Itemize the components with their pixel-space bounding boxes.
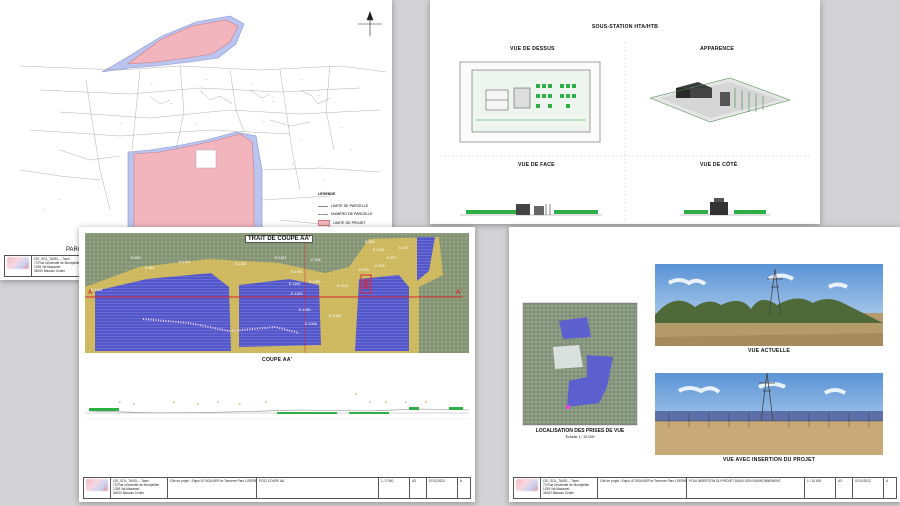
legend-item-parcel-limit: LIMITE DE PARCELLE (318, 204, 368, 208)
svg-text:■: ■ (173, 400, 175, 404)
svg-text:—: — (272, 100, 275, 103)
svg-text:—: — (170, 102, 173, 105)
titleblock-date: 07/11/2022 (427, 478, 458, 498)
parcel-label: E-1091 (291, 270, 303, 274)
substation-drawings (440, 42, 810, 222)
parcel-label: E-896 (311, 258, 321, 262)
sheet-photomontage[interactable]: LOCALISATION DES PRISES DE VUE Échelle 1… (509, 227, 900, 502)
titleblock-drawing: PC02 COUPE AA' (257, 478, 379, 498)
parcel-label: E-1164 (91, 288, 102, 292)
parcel-label: E-1187 (275, 256, 286, 260)
titleblock-logo (5, 256, 32, 276)
svg-text:—: — (322, 178, 325, 181)
parcel-label: E-1156 (373, 248, 384, 252)
svg-text:—: — (350, 148, 353, 151)
sheet-section-aa[interactable]: E-853 E-1011 E-864 E-1164 E-1161 E-1187 … (79, 227, 475, 502)
titleblock-drawing: PC06 INSERTION DU PROJET DANS SON ENVIRO… (687, 478, 805, 498)
svg-text:—: — (300, 78, 303, 81)
svg-text:■: ■ (133, 402, 135, 406)
titleblock-index: A (460, 479, 463, 483)
svg-text:—: — (120, 122, 123, 125)
substation-side-view (680, 198, 770, 216)
parcel-label: E-864 (145, 266, 155, 270)
parcel-label: E-1153 (291, 292, 302, 296)
svg-text:—: — (300, 138, 303, 141)
parcel-label: E-876 (375, 264, 385, 268)
photo-insertion-caption: VUE AVEC INSERTION DU PROJET (722, 457, 816, 463)
svg-text:—: — (318, 94, 321, 97)
svg-text:■: ■ (217, 400, 219, 404)
svg-text:—: — (262, 120, 265, 123)
svg-text:■: ■ (197, 402, 199, 406)
parcel-label: E-1132 (337, 284, 348, 288)
svg-text:—: — (225, 98, 228, 101)
parcel-label: E-1008 (305, 322, 317, 326)
company-logo (7, 257, 29, 269)
svg-text:■: ■ (355, 392, 357, 396)
substation-front-view (460, 204, 602, 216)
parcel-label: E-883 (365, 240, 375, 244)
svg-text:■: ■ (119, 400, 121, 404)
titleblock-format: A3 (836, 478, 853, 498)
company-logo (516, 479, 538, 491)
titleblock-sheet3: CIE_SOL_TAVEL – Tavel 73 Rue Université … (83, 477, 471, 499)
svg-text:■: ■ (265, 400, 267, 404)
svg-text:■: ■ (385, 400, 387, 404)
parcel-label: E-1163 (289, 282, 300, 286)
titleblock-format: A3 (410, 478, 427, 498)
aerial-section-map: E-853 E-1011 E-864 E-1164 E-1161 E-1187 … (85, 233, 470, 420)
marker-a-prime: A' (456, 290, 462, 296)
section-profile: ■ ■ ■ ■ ■ ■ ■ ■ ■ ■ ■ ■ (85, 392, 470, 420)
legend-title: LÉGENDE (318, 192, 336, 196)
legend-item-parcel-number: NUMÉRO DE PARCELLE (318, 212, 372, 216)
photo-current-caption: VUE ACTUELLE (748, 348, 790, 354)
svg-text:—: — (340, 126, 343, 129)
marker-a: A (88, 290, 93, 296)
titleblock-date: 07/11/2022 (853, 478, 884, 498)
titleblock-sheet1: CIE_SOL_TAVEL – Tavel 73 Rue Université … (4, 255, 82, 277)
titleblock-sheet4: CIE_SOL_TAVEL – Tavel 73 Rue Université … (513, 477, 897, 499)
svg-text:■: ■ (425, 400, 427, 404)
parcel-label: E-1161 (235, 262, 246, 266)
svg-text:—: — (150, 82, 153, 85)
parcel-label: E-878 (359, 268, 369, 272)
svg-text:—: — (42, 208, 45, 211)
svg-text:—: — (250, 82, 253, 85)
coupe-title: COUPE AA' (261, 357, 293, 363)
substation-3d-view (649, 77, 791, 123)
location-map-title: LOCALISATION DES PRISES DE VUE (535, 428, 625, 434)
legend-item-project-limit: LIMITE DE PROJET (318, 220, 366, 226)
svg-text:■: ■ (369, 400, 371, 404)
parcel-label: E-1011 (179, 260, 190, 264)
titleblock-project: Cité de projet : Enjeu LE BOUVIER et Ton… (168, 478, 257, 498)
company-logo (86, 479, 108, 491)
parcel-label: E-1050 (299, 308, 311, 312)
svg-text:—: — (205, 78, 208, 81)
svg-text:■: ■ (405, 400, 407, 404)
titleblock-scale: 1 / 15 000 (805, 478, 836, 498)
svg-text:■: ■ (239, 402, 241, 406)
parcel-label: E-1155 (309, 280, 320, 284)
titleblock-project: Cité de projet : Enjeu LE BOUVIER et Ton… (598, 478, 687, 498)
section-line-title: TRAIT DE COUPE AA' (245, 235, 314, 243)
parcel-label: E-157 (399, 246, 409, 250)
svg-text:—: — (58, 198, 61, 201)
titleblock-scale: 1 / 2 500 (379, 478, 410, 498)
north-arrow-icon (358, 11, 382, 36)
sheet-substation[interactable]: SOUS-STATION HTA/HTB VUE DE DESSUS APPAR… (430, 0, 820, 224)
parcel-label: E-877 (387, 256, 397, 260)
titleblock-index: A (886, 479, 889, 483)
svg-text:—: — (195, 122, 198, 125)
substation-top-view (459, 61, 601, 143)
parcel-label: E-853 (131, 256, 141, 260)
parcel-label: E-1009 (329, 314, 341, 318)
location-map-scale: Échelle 1 / 15 000 (565, 435, 595, 439)
